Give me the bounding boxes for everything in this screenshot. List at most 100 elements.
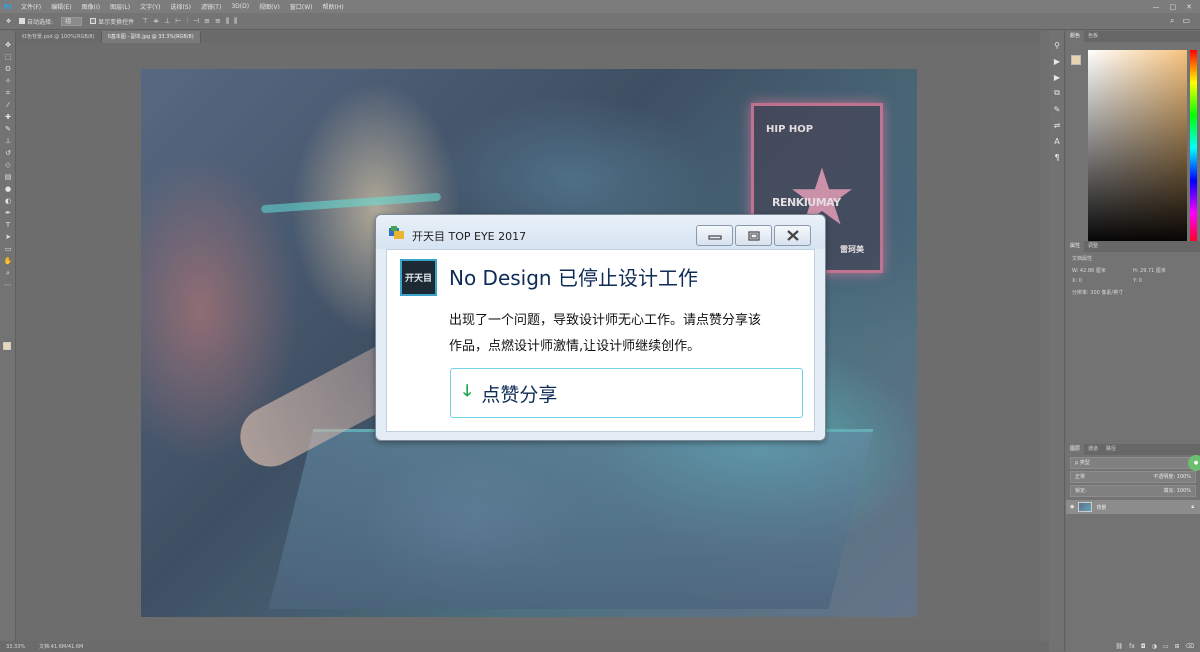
align-middle-icon[interactable]: ≑ xyxy=(153,17,159,26)
history-brush-icon[interactable]: ↺ xyxy=(0,147,16,159)
dialog-body: 开天目 No Design 已停止设计工作 出现了一个问题，导致设计师无心工作。… xyxy=(386,249,815,432)
move-tool-icon[interactable]: ✥ xyxy=(6,18,11,25)
hand-tool-icon[interactable]: ✋ xyxy=(0,255,16,267)
tab-paths[interactable]: 路径 xyxy=(1102,444,1120,455)
zoom-tool-icon[interactable]: ⌕ xyxy=(0,267,16,279)
show-transform-checkbox[interactable]: 显示变换控件 xyxy=(90,17,134,26)
checkbox-box[interactable] xyxy=(19,18,26,24)
maximize-icon[interactable]: □ xyxy=(1170,3,1177,11)
distribute-icon[interactable]: ⫼ xyxy=(226,17,229,26)
more-tools-icon[interactable]: ⋯ xyxy=(0,279,16,291)
color-panel xyxy=(1066,42,1200,246)
checkbox-box[interactable] xyxy=(90,18,97,24)
foreground-color[interactable] xyxy=(3,342,11,350)
history-icon[interactable]: ⚲ xyxy=(1049,37,1065,53)
align-left-icon[interactable]: ⊢ xyxy=(175,17,181,26)
path-select-icon[interactable]: ➤ xyxy=(0,231,16,243)
lasso-tool-icon[interactable]: ʘ xyxy=(0,63,16,75)
minimize-button[interactable] xyxy=(696,225,733,246)
menu-view[interactable]: 视图(V) xyxy=(254,2,285,11)
move-tool-icon[interactable]: ✥ xyxy=(0,39,16,51)
distribute-icon[interactable]: ≡ xyxy=(215,17,221,26)
align-icons: ⊤ ≑ ⊥ ⊢ ⫶ ⊣ ≡ ≡ ⫼ ⫼ xyxy=(142,17,237,26)
fill-field[interactable]: 填充: 100% xyxy=(1163,486,1191,496)
play-icon[interactable]: ▶ xyxy=(1049,53,1065,69)
menu-file[interactable]: 文件(F) xyxy=(16,2,46,11)
mask-icon[interactable]: ◘ xyxy=(1141,643,1146,650)
stamp-tool-icon[interactable]: ⊥ xyxy=(0,135,16,147)
tab-layers[interactable]: 图层 xyxy=(1066,444,1085,455)
trash-icon[interactable]: ⌫ xyxy=(1186,643,1194,650)
close-icon xyxy=(786,230,799,241)
shape-tool-icon[interactable]: ▭ xyxy=(0,243,16,255)
tab-properties[interactable]: 属性 xyxy=(1066,241,1085,252)
close-button[interactable] xyxy=(774,225,811,246)
layer-kind-filter[interactable]: ρ 类型 xyxy=(1070,457,1196,469)
tab-swatches[interactable]: 色板 xyxy=(1084,31,1102,42)
close-icon[interactable]: ✕ xyxy=(1186,3,1192,11)
adjustment-icon[interactable]: ◑ xyxy=(1152,643,1157,650)
eye-icon[interactable]: ◉ xyxy=(1070,504,1074,510)
eyedropper-icon[interactable]: ⁄ xyxy=(0,99,16,111)
dodge-tool-icon[interactable]: ◐ xyxy=(0,195,16,207)
type-tool-icon[interactable]: T xyxy=(0,219,16,231)
clone-source-icon[interactable]: ⧉ xyxy=(1049,85,1065,101)
menu-help[interactable]: 帮助(H) xyxy=(318,2,349,11)
prop-width: W: 42.86 厘米 xyxy=(1072,268,1106,274)
auto-select-dropdown[interactable]: 组 xyxy=(61,16,83,26)
blend-mode-dropdown[interactable]: 正常 xyxy=(1075,472,1085,482)
brush-tool-icon[interactable]: ✎ xyxy=(0,123,16,135)
crop-tool-icon[interactable]: ⌗ xyxy=(0,87,16,99)
link-icon[interactable]: ⛓ xyxy=(1116,643,1124,650)
tab-document-active[interactable]: 0基本图 - 副本.jpg @ 33.3%(RGB/8) xyxy=(101,31,201,43)
hue-slider[interactable] xyxy=(1190,50,1197,246)
align-bottom-icon[interactable]: ⊥ xyxy=(164,17,170,26)
pen-tool-icon[interactable]: ✒ xyxy=(0,207,16,219)
zoom-level[interactable]: 33.33% xyxy=(6,644,25,650)
restore-button[interactable] xyxy=(735,225,772,246)
align-center-icon[interactable]: ⫶ xyxy=(186,17,188,26)
menu-select[interactable]: 选择(S) xyxy=(165,2,196,11)
blur-tool-icon[interactable]: ● xyxy=(0,183,16,195)
play-icon[interactable]: ▶ xyxy=(1049,69,1065,85)
menu-type[interactable]: 文字(Y) xyxy=(135,2,165,11)
paragraph-icon[interactable]: ¶ xyxy=(1049,149,1065,165)
menu-edit[interactable]: 编辑(E) xyxy=(46,2,76,11)
character-icon[interactable]: A xyxy=(1049,133,1065,149)
healing-brush-icon[interactable]: ✚ xyxy=(0,111,16,123)
adjust-icon[interactable]: ⇌ xyxy=(1049,117,1065,133)
tab-document[interactable]: 红色背景.psd @ 100%(RGB/8) xyxy=(16,31,102,43)
foreground-color[interactable] xyxy=(1071,55,1081,65)
eraser-tool-icon[interactable]: ◇ xyxy=(0,159,16,171)
status-dot-icon[interactable]: ● xyxy=(1188,455,1200,471)
new-layer-icon[interactable]: ⊞ xyxy=(1174,643,1179,650)
menu-image[interactable]: 图像(I) xyxy=(77,2,105,11)
layer-row[interactable]: ◉ 背景 🔒︎ xyxy=(1066,500,1200,514)
fx-icon[interactable]: fx xyxy=(1129,643,1135,650)
auto-select-checkbox[interactable]: 自动选择: xyxy=(19,17,53,26)
menu-filter[interactable]: 滤镜(T) xyxy=(196,2,226,11)
folder-icon[interactable]: ▭ xyxy=(1163,643,1169,650)
opacity-field[interactable]: 不透明度: 100% xyxy=(1153,472,1191,482)
tab-adjustments[interactable]: 调整 xyxy=(1084,241,1102,252)
align-right-icon[interactable]: ⊣ xyxy=(193,17,199,26)
gradient-tool-icon[interactable]: ▤ xyxy=(0,171,16,183)
like-share-button[interactable]: 🡓 点赞分享 xyxy=(450,368,803,418)
menu-layer[interactable]: 图层(L) xyxy=(105,2,135,11)
tab-color[interactable]: 颜色 xyxy=(1066,31,1085,42)
search-icon[interactable]: ⌕ xyxy=(1170,16,1174,26)
marquee-tool-icon[interactable]: ⬚ xyxy=(0,51,16,63)
color-field[interactable] xyxy=(1088,50,1187,246)
workspace-icon[interactable]: ▭ xyxy=(1182,16,1190,26)
brush-preset-icon[interactable]: ✎ xyxy=(1049,101,1065,117)
menu-3d[interactable]: 3D(D) xyxy=(226,3,254,10)
menu-window[interactable]: 窗口(W) xyxy=(285,2,318,11)
align-top-icon[interactable]: ⊤ xyxy=(142,17,148,26)
distribute-icon[interactable]: ≡ xyxy=(204,17,210,26)
magic-wand-icon[interactable]: ✧ xyxy=(0,75,16,87)
tab-channels[interactable]: 通道 xyxy=(1084,444,1102,455)
distribute-icon[interactable]: ⫼ xyxy=(234,17,237,26)
right-panels: 颜色 色板 属性 调整 文档属性 W: 42.86 厘米 H: 29.71 厘米… xyxy=(1066,31,1200,652)
minimize-icon[interactable]: — xyxy=(1153,3,1160,11)
restore-icon xyxy=(747,230,760,241)
